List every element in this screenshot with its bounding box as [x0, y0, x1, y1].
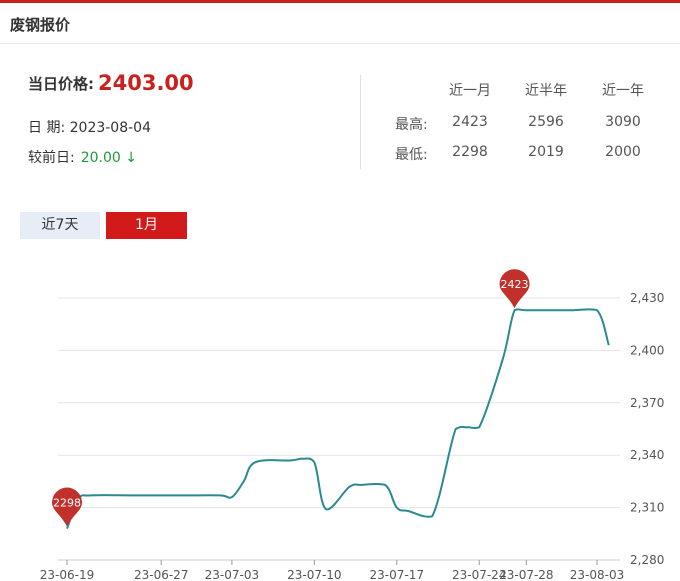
stats-high-year: 3090 [605, 114, 641, 130]
x-tick-label: 23-07-28 [499, 568, 553, 581]
date-value: 2023-08-04 [69, 120, 151, 136]
stats-high-label: 最高: [395, 117, 428, 133]
stats-row-high: 最高: 2423 2596 3090 [383, 114, 663, 134]
change-value: 20.00 ↓ [80, 150, 137, 166]
price-value: 2403.00 [98, 71, 194, 95]
stats-high-month: 2423 [452, 114, 488, 130]
stats-low-label: 最低: [395, 147, 428, 163]
x-tick-label: 23-06-19 [40, 568, 94, 581]
x-tick-label: 23-06-27 [134, 568, 188, 581]
price-line-chart: 2,280 2,310 2,340 2,370 2,400 2,430 23-06-19 2… [40, 269, 664, 581]
marker-label: 2298 [53, 497, 81, 510]
y-tick-label: 2,280 [630, 553, 664, 567]
change-row: 较前日: 20.00 ↓ [28, 147, 137, 167]
stats-divider [360, 75, 361, 169]
stats-header-year: 近一年 [602, 83, 644, 99]
series-line [66, 308, 610, 529]
marker-label: 2423 [501, 278, 529, 291]
date-label: 日 期: [28, 120, 66, 136]
stats-header-row: 近一月 近半年 近一年 [383, 80, 663, 100]
date-row: 日 期: 2023-08-04 [28, 117, 151, 137]
change-label: 较前日: [28, 150, 75, 166]
stats-low-month: 2298 [452, 144, 488, 160]
y-tick-label: 2,340 [630, 448, 664, 462]
stats-low-halfyear: 2019 [528, 144, 564, 160]
tab-7-days[interactable]: 近7天 [20, 212, 100, 239]
stats-low-year: 2000 [605, 144, 641, 160]
x-tick-label: 23-07-03 [205, 568, 259, 581]
y-tick-label: 2,430 [630, 291, 664, 305]
y-tick-label: 2,310 [630, 501, 664, 515]
stats-header-halfyear: 近半年 [525, 83, 567, 99]
tab-1-month[interactable]: 1月 [106, 212, 187, 239]
x-tick-label: 23-07-17 [370, 568, 424, 581]
page-title: 废钢报价 [10, 16, 71, 34]
x-tick-label: 23-08-03 [570, 568, 624, 581]
stats-high-halfyear: 2596 [528, 114, 564, 130]
stats-row-low: 最低: 2298 2019 2000 [383, 144, 663, 164]
y-tick-label: 2,400 [630, 343, 664, 357]
marker-pin: 2423 [499, 269, 530, 309]
page-header: 废钢报价 [0, 3, 680, 44]
marker-pin: 2298 [52, 487, 83, 527]
x-tick-label: 23-07-10 [287, 568, 341, 581]
stats-header-month: 近一月 [449, 83, 491, 99]
price-row: 当日价格: 2403.00 [28, 70, 194, 95]
y-tick-label: 2,370 [630, 396, 664, 410]
price-label: 当日价格: [28, 75, 94, 93]
